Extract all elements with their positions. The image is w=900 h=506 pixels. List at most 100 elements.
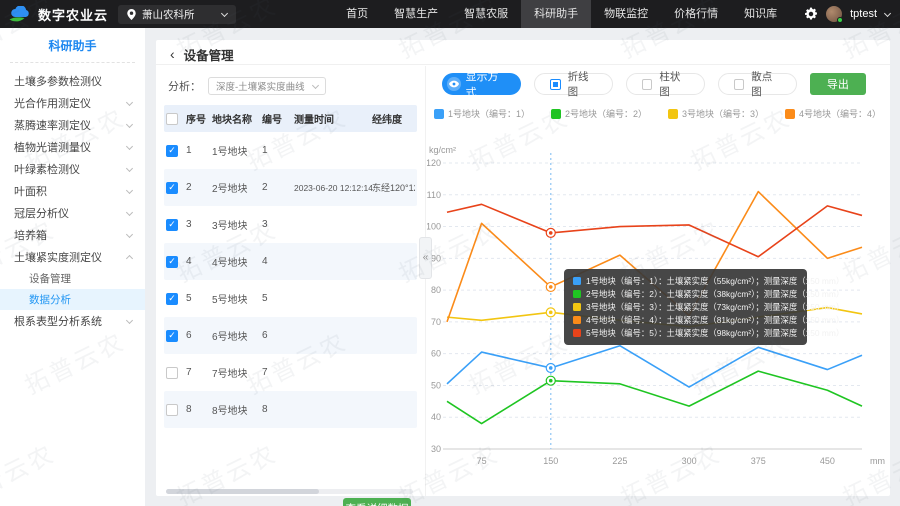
table-row[interactable]: ✓44号地块4 [164, 243, 417, 280]
sidebar-item[interactable]: 叶绿素检测仪 [0, 158, 145, 180]
username: tptest [850, 8, 877, 20]
table-row[interactable]: ✓66号地块6 [164, 317, 417, 354]
sidebar-item[interactable]: 冠层分析仪 [0, 202, 145, 224]
display-mode-button[interactable]: 显示方式 [442, 73, 521, 95]
table-body: ✓11号地块1✓22号地块22023-06-20 12:12:14东经120°1… [156, 132, 425, 428]
analysis-type-select[interactable]: 深度-土壤紧实度曲线 [208, 77, 326, 95]
row-checkbox[interactable]: ✓ [166, 145, 178, 157]
top-nav-item[interactable]: 智慧农服 [451, 0, 521, 28]
row-checkbox[interactable] [166, 367, 178, 379]
tooltip-text: 5号地块（编号：5）：土壤紧实度（98kg/cm²）；测量深度（150 mm） [586, 327, 844, 339]
hover-marker-dot [549, 285, 553, 289]
top-nav-item[interactable]: 首页 [333, 0, 381, 28]
settings-gear-icon[interactable] [804, 7, 818, 21]
sidebar-item[interactable]: 土壤紧实度测定仪 [0, 246, 145, 268]
table-row[interactable]: ✓22号地块22023-06-20 12:12:14东经120°12′;北 [164, 169, 417, 206]
top-nav-item[interactable]: 智慧生产 [381, 0, 451, 28]
table-row[interactable]: ✓11号地块1 [164, 132, 417, 169]
user-avatar[interactable] [826, 6, 842, 22]
sidebar-item-label: 蒸腾速率测定仪 [14, 117, 91, 133]
collapse-panel-button[interactable]: « [419, 237, 432, 279]
select-all-checkbox[interactable] [166, 113, 178, 125]
app-screen: 数字农业云 萧山农科所 首页智慧生产智慧农服科研助手物联监控价格行情知识库 tp… [0, 0, 900, 506]
sidebar-item[interactable]: 光合作用测定仪 [0, 92, 145, 114]
location-selector[interactable]: 萧山农科所 [118, 5, 236, 24]
sidebar-subitem[interactable]: 数据分析 [0, 289, 145, 310]
checkbox-icon[interactable] [550, 79, 560, 90]
sidebar-item[interactable]: 叶面积 [0, 180, 145, 202]
row-checkbox[interactable]: ✓ [166, 256, 178, 268]
sidebar-subitem[interactable]: 设备管理 [0, 268, 145, 289]
row-checkbox[interactable]: ✓ [166, 219, 178, 231]
checkbox-icon[interactable] [642, 79, 652, 90]
y-tick-label: 70 [431, 317, 441, 327]
y-tick-label: 120 [427, 158, 441, 168]
cell-code: 7 [262, 367, 294, 378]
legend-label: 2号地块（编号：2） [565, 107, 647, 120]
location-pin-icon [127, 9, 136, 20]
row-checkbox[interactable] [166, 404, 178, 416]
top-nav-item[interactable]: 知识库 [731, 0, 790, 28]
cell-no: 8 [186, 404, 212, 415]
top-bar: 数字农业云 萧山农科所 首页智慧生产智慧农服科研助手物联监控价格行情知识库 tp… [0, 0, 900, 28]
chevron-down-icon [126, 98, 133, 105]
chart-type-selected[interactable]: 折线图 [534, 73, 613, 95]
sidebar-item-label: 叶绿素检测仪 [14, 161, 80, 177]
table-row[interactable]: ✓55号地块5 [164, 280, 417, 317]
chart-type-option[interactable]: 散点图 [718, 73, 797, 95]
sidebar-item[interactable]: 根系表型分析系统 [0, 310, 145, 332]
row-checkbox[interactable]: ✓ [166, 330, 178, 342]
line-chart[interactable]: kg/cm²1201101009080706050403075150225300… [427, 141, 889, 476]
cell-name: 5号地块 [212, 291, 262, 306]
cell-coord: 东经120°12′;北 [372, 181, 415, 194]
chart-type-label: 柱状图 [659, 69, 688, 99]
display-mode-label: 显示方式 [466, 68, 509, 100]
column-header: 测量时间 [294, 111, 372, 126]
table-row[interactable]: ✓33号地块3 [164, 206, 417, 243]
brand-title: 数字农业云 [38, 5, 108, 24]
checkbox-icon[interactable] [734, 79, 744, 90]
cell-time: 2023-06-20 12:12:14 [294, 183, 372, 193]
chart-type-option[interactable]: 柱状图 [626, 73, 705, 95]
cell-name: 6号地块 [212, 328, 262, 343]
row-checkbox[interactable]: ✓ [166, 182, 178, 194]
sidebar-item[interactable]: 培养箱 [0, 224, 145, 246]
sidebar-item[interactable]: 蒸腾速率测定仪 [0, 114, 145, 136]
cell-no: 5 [186, 293, 212, 304]
y-tick-label: 60 [431, 349, 441, 359]
chevron-down-icon [126, 208, 133, 215]
table-row[interactable]: 88号地块8 [164, 391, 417, 428]
legend-item[interactable]: 4号地块（编号：4） [785, 107, 881, 120]
chart-type-label: 折线图 [568, 69, 597, 99]
user-menu-chevron-icon[interactable] [884, 9, 891, 16]
content-card: ‹ 设备管理 分析： 深度-土壤紧实度曲线 序号地块名称编号测量时间经纬度 ✓1… [156, 40, 890, 496]
legend-swatch [668, 109, 678, 119]
view-detail-button[interactable]: 查看详细数据 [343, 498, 411, 506]
chevron-up-icon [126, 254, 133, 261]
sidebar-item[interactable]: 土壤多参数检测仪 [0, 70, 145, 92]
y-axis-name: kg/cm² [429, 145, 456, 155]
scrollbar-thumb[interactable] [166, 489, 319, 494]
x-tick-label: 450 [820, 456, 835, 466]
legend-item[interactable]: 2号地块（编号：2） [551, 107, 647, 120]
tooltip-text: 2号地块（编号：2）：土壤紧实度（38kg/cm²）；测量深度（150 mm） [586, 288, 844, 300]
filter-label: 分析： [168, 78, 201, 94]
chevron-down-icon [126, 142, 133, 149]
table-row[interactable]: 77号地块7 [164, 354, 417, 391]
top-nav-item[interactable]: 价格行情 [661, 0, 731, 28]
export-button[interactable]: 导出 [810, 73, 866, 95]
legend-item[interactable]: 3号地块（编号：3） [668, 107, 764, 120]
column-header: 序号 [186, 111, 212, 126]
cell-no: 2 [186, 182, 212, 193]
x-tick-label: 225 [612, 456, 627, 466]
back-button[interactable]: ‹ [170, 47, 175, 61]
series-line [447, 371, 862, 423]
tooltip-row: 4号地块（编号：4）：土壤紧实度（81kg/cm²）；测量深度（150 mm） [573, 313, 798, 326]
cell-name: 2号地块 [212, 180, 262, 195]
y-tick-label: 40 [431, 412, 441, 422]
row-checkbox[interactable]: ✓ [166, 293, 178, 305]
top-nav-item[interactable]: 科研助手 [521, 0, 591, 28]
legend-item[interactable]: 1号地块（编号：1） [434, 107, 530, 120]
top-nav-item[interactable]: 物联监控 [591, 0, 661, 28]
sidebar-item[interactable]: 植物光谱测量仪 [0, 136, 145, 158]
